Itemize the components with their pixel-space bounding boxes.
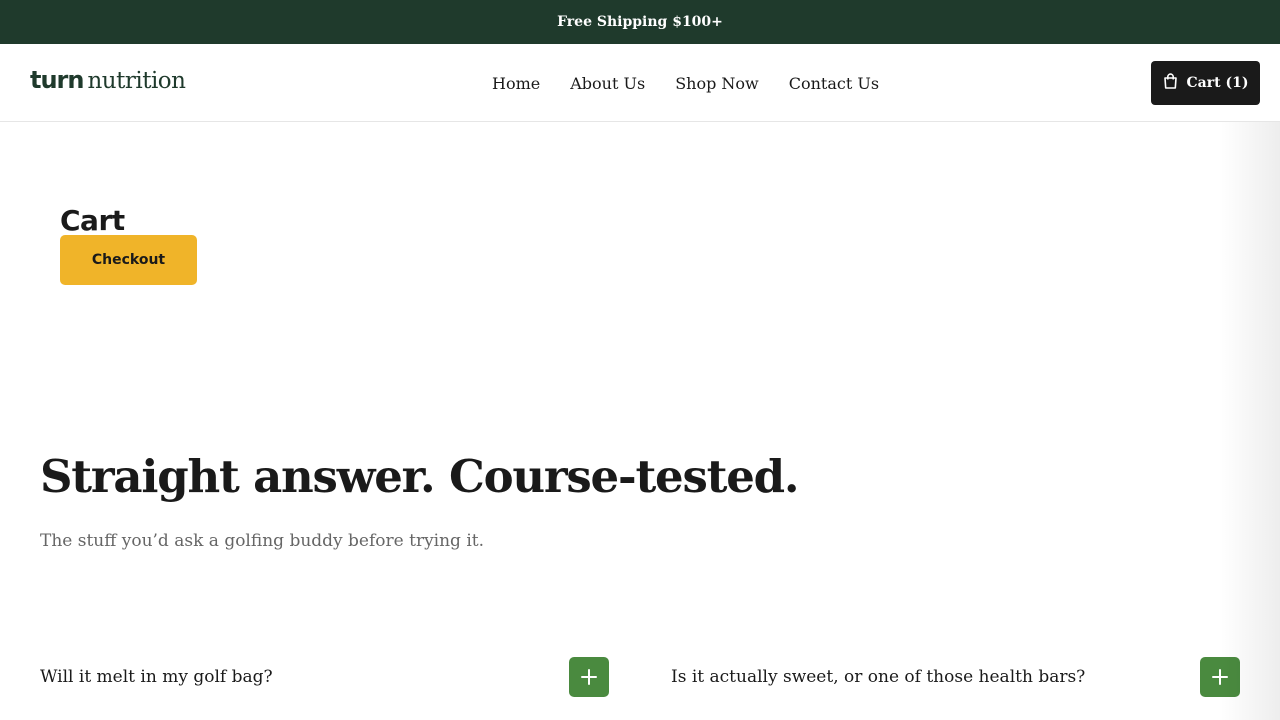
plus-icon xyxy=(1212,669,1228,685)
faq-question: Is it actually sweet, or one of those he… xyxy=(671,667,1086,687)
faq-item-sweet[interactable]: Is it actually sweet, or one of those he… xyxy=(671,657,1240,697)
nav-link-about-us[interactable]: About Us xyxy=(570,74,645,93)
logo-turn-text: turn xyxy=(30,66,84,94)
drawer-edge-shadow xyxy=(1220,122,1280,720)
nav-link-contact-us[interactable]: Contact Us xyxy=(789,74,879,93)
announcement-bar: Free Shipping $100+ xyxy=(0,0,1280,44)
faq-question: Will it melt in my golf bag? xyxy=(40,667,273,687)
announcement-text: Free Shipping $100+ xyxy=(557,14,723,30)
brand-logo[interactable]: turn nutrition xyxy=(30,66,186,96)
logo-nutrition-text: nutrition xyxy=(87,68,186,94)
faq-title: Straight answer. Course-tested. xyxy=(40,450,800,503)
cart-button[interactable]: Cart (1) xyxy=(1151,61,1260,105)
faq-expand-button[interactable] xyxy=(569,657,609,697)
nav-link-shop-now[interactable]: Shop Now xyxy=(675,74,759,93)
site-header: turn nutrition Home About Us Shop Now Co… xyxy=(0,44,1280,122)
checkout-button[interactable]: Checkout xyxy=(60,235,197,285)
faq-item-melt[interactable]: Will it melt in my golf bag? xyxy=(40,657,609,697)
faq-expand-button[interactable] xyxy=(1200,657,1240,697)
nav-link-home[interactable]: Home xyxy=(492,74,540,93)
main-nav: Home About Us Shop Now Contact Us xyxy=(492,44,879,122)
cart-heading: Cart xyxy=(60,204,125,237)
faq-subtitle: The stuff you’d ask a golfing buddy befo… xyxy=(40,531,485,551)
plus-icon xyxy=(581,669,597,685)
cart-button-label: Cart (1) xyxy=(1186,75,1249,91)
shopping-bag-icon xyxy=(1163,73,1178,93)
